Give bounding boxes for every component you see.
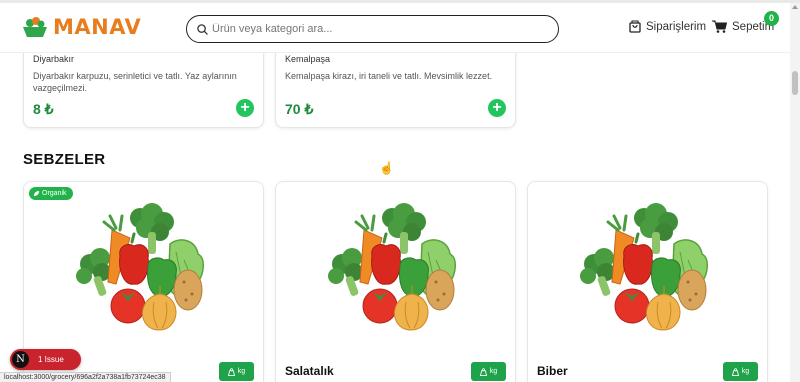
product-origin: Diyarbakır bbox=[33, 54, 75, 64]
scrollbar-thumb[interactable] bbox=[792, 71, 798, 95]
product-name: Biber bbox=[537, 364, 568, 378]
site-header: MANAV Siparişlerim Sepetim 0 bbox=[0, 3, 790, 53]
status-bar-url: localhost:3000/grocery/696a2f2a738a1fb73… bbox=[0, 372, 171, 382]
cart-count-badge: 0 bbox=[764, 11, 779, 26]
shopping-bag-icon bbox=[629, 20, 641, 33]
scroll-up-arrow-icon[interactable] bbox=[792, 5, 798, 9]
plus-icon: + bbox=[240, 99, 250, 116]
weight-icon bbox=[479, 367, 487, 376]
page-scrollbar[interactable] bbox=[790, 3, 800, 382]
unit-button[interactable]: kg bbox=[471, 362, 506, 381]
orders-label: Siparişlerim bbox=[646, 20, 707, 33]
search-icon bbox=[197, 23, 208, 35]
orders-link[interactable]: Siparişlerim bbox=[629, 20, 706, 33]
add-to-cart-button[interactable]: + bbox=[236, 99, 254, 117]
product-image bbox=[326, 202, 457, 332]
search-input[interactable] bbox=[212, 23, 532, 35]
logo-text: MANAV bbox=[53, 15, 142, 39]
cart-icon bbox=[712, 20, 727, 33]
product-image bbox=[578, 202, 709, 332]
product-card[interactable]: Salatalık kg bbox=[275, 181, 516, 382]
product-name: Salatalık bbox=[285, 364, 334, 378]
hand-cursor-icon: ☝ bbox=[379, 161, 394, 175]
basket-logo-icon bbox=[23, 17, 47, 37]
product-card[interactable]: Kemalpaşa Kemalpaşa kirazı, iri taneli v… bbox=[275, 40, 516, 128]
weight-icon bbox=[227, 367, 235, 376]
product-card[interactable]: Diyarbakır Diyarbakır karpuzu, serinleti… bbox=[23, 40, 264, 128]
product-price: 8 ₺ bbox=[33, 101, 54, 117]
product-price: 70 ₺ bbox=[285, 101, 314, 117]
unit-button[interactable]: kg bbox=[723, 362, 758, 381]
product-origin: Kemalpaşa bbox=[285, 54, 331, 64]
section-title: SEBZELER bbox=[23, 151, 106, 168]
unit-label: kg bbox=[741, 368, 750, 375]
weight-icon bbox=[731, 367, 739, 376]
product-card[interactable]: Biber kg bbox=[527, 181, 768, 382]
logo[interactable]: MANAV bbox=[22, 15, 141, 39]
product-description: Kemalpaşa kirazı, iri taneli ve tatlı. M… bbox=[285, 71, 493, 81]
nextjs-icon: N bbox=[12, 351, 29, 368]
product-description: Diyarbakır karpuzu, serinletici ve tatlı… bbox=[33, 71, 237, 93]
search-bar[interactable] bbox=[186, 15, 559, 43]
organic-badge: Organik bbox=[29, 187, 73, 200]
product-image bbox=[74, 202, 205, 332]
organic-badge-label: Organik bbox=[42, 190, 67, 197]
unit-label: kg bbox=[489, 368, 498, 375]
unit-button[interactable]: kg bbox=[219, 362, 254, 381]
add-to-cart-button[interactable]: + bbox=[488, 99, 506, 117]
dev-issues-button[interactable]: N 1 Issue bbox=[10, 349, 81, 370]
unit-label: kg bbox=[237, 368, 246, 375]
leaf-icon bbox=[33, 190, 40, 197]
issues-label: 1 Issue bbox=[38, 355, 64, 364]
plus-icon: + bbox=[492, 99, 502, 116]
